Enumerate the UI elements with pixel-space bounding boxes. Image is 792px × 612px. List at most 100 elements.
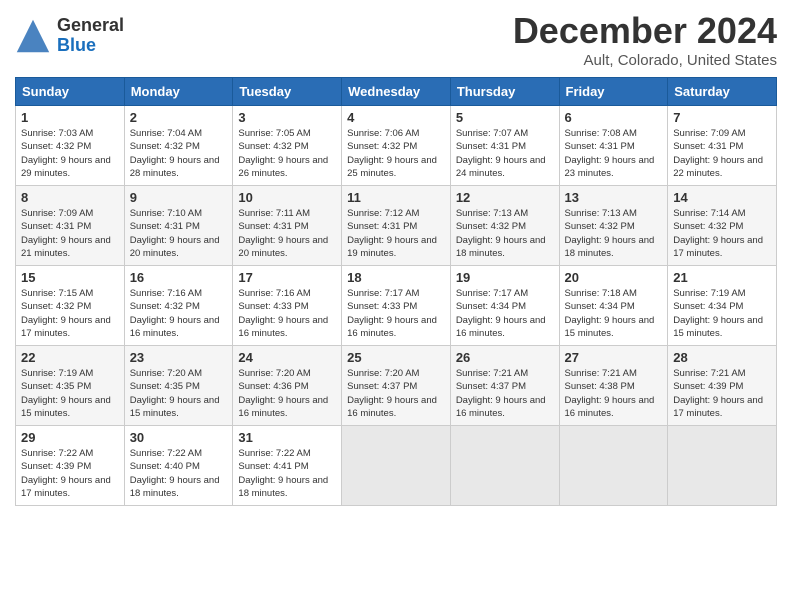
- calendar-week-3: 15 Sunrise: 7:15 AMSunset: 4:32 PMDayligh…: [16, 266, 777, 346]
- day-number: 13: [565, 190, 663, 205]
- day-number: 26: [456, 350, 554, 365]
- calendar-cell: 20 Sunrise: 7:18 AMSunset: 4:34 PMDayligh…: [559, 266, 668, 346]
- calendar-cell: 17Sunrise: 7:16 AMSunset: 4:33 PMDayligh…: [233, 266, 342, 346]
- day-info: Sunrise: 7:12 AMSunset: 4:31 PMDaylight:…: [347, 208, 437, 259]
- day-number: 21: [673, 270, 771, 285]
- day-info: Sunrise: 7:22 AMSunset: 4:39 PMDaylight:…: [21, 448, 111, 499]
- month-title: December 2024: [513, 10, 777, 52]
- calendar-cell: 9 Sunrise: 7:10 AMSunset: 4:31 PMDaylight…: [124, 186, 233, 266]
- calendar-cell: 12Sunrise: 7:13 AMSunset: 4:32 PMDayligh…: [450, 186, 559, 266]
- calendar-cell: 6Sunrise: 7:08 AMSunset: 4:31 PMDaylight…: [559, 106, 668, 186]
- day-info: Sunrise: 7:09 AMSunset: 4:31 PMDaylight:…: [673, 128, 763, 179]
- calendar-cell: [668, 426, 777, 506]
- calendar-cell: 27 Sunrise: 7:21 AMSunset: 4:38 PMDayligh…: [559, 346, 668, 426]
- calendar-week-1: 1 Sunrise: 7:03 AMSunset: 4:32 PMDaylight…: [16, 106, 777, 186]
- day-number: 16: [130, 270, 228, 285]
- day-info: Sunrise: 7:07 AMSunset: 4:31 PMDaylight:…: [456, 128, 546, 179]
- day-number: 19: [456, 270, 554, 285]
- day-info: Sunrise: 7:22 AMSunset: 4:41 PMDaylight:…: [238, 448, 328, 499]
- day-number: 25: [347, 350, 445, 365]
- day-number: 1: [21, 110, 119, 125]
- calendar-cell: 31Sunrise: 7:22 AMSunset: 4:41 PMDayligh…: [233, 426, 342, 506]
- day-info: Sunrise: 7:17 AMSunset: 4:34 PMDaylight:…: [456, 288, 546, 339]
- day-number: 28: [673, 350, 771, 365]
- logo-text: General Blue: [57, 16, 124, 56]
- day-info: Sunrise: 7:20 AMSunset: 4:37 PMDaylight:…: [347, 368, 437, 419]
- day-number: 20: [565, 270, 663, 285]
- day-info: Sunrise: 7:22 AMSunset: 4:40 PMDaylight:…: [130, 448, 220, 499]
- day-number: 24: [238, 350, 336, 365]
- day-info: Sunrise: 7:09 AMSunset: 4:31 PMDaylight:…: [21, 208, 111, 259]
- day-number: 10: [238, 190, 336, 205]
- col-header-tuesday: Tuesday: [233, 78, 342, 106]
- calendar-cell: 16 Sunrise: 7:16 AMSunset: 4:32 PMDayligh…: [124, 266, 233, 346]
- day-number: 15: [21, 270, 119, 285]
- calendar-cell: 8 Sunrise: 7:09 AMSunset: 4:31 PMDaylight…: [16, 186, 125, 266]
- title-area: December 2024 Ault, Colorado, United Sta…: [513, 10, 777, 69]
- calendar-cell: 26 Sunrise: 7:21 AMSunset: 4:37 PMDayligh…: [450, 346, 559, 426]
- day-info: Sunrise: 7:04 AMSunset: 4:32 PMDaylight:…: [130, 128, 220, 179]
- calendar-cell: 24 Sunrise: 7:20 AMSunset: 4:36 PMDayligh…: [233, 346, 342, 426]
- calendar-header-row: SundayMondayTuesdayWednesdayThursdayFrid…: [16, 78, 777, 106]
- col-header-monday: Monday: [124, 78, 233, 106]
- calendar-cell: 22 Sunrise: 7:19 AMSunset: 4:35 PMDayligh…: [16, 346, 125, 426]
- page-header: General Blue December 2024 Ault, Colorad…: [15, 10, 777, 69]
- day-number: 2: [130, 110, 228, 125]
- calendar-cell: 29 Sunrise: 7:22 AMSunset: 4:39 PMDayligh…: [16, 426, 125, 506]
- day-info: Sunrise: 7:03 AMSunset: 4:32 PMDaylight:…: [21, 128, 111, 179]
- day-info: Sunrise: 7:08 AMSunset: 4:31 PMDaylight:…: [565, 128, 655, 179]
- calendar-cell: 1 Sunrise: 7:03 AMSunset: 4:32 PMDaylight…: [16, 106, 125, 186]
- logo-general-text: General: [57, 16, 124, 36]
- calendar-table: SundayMondayTuesdayWednesdayThursdayFrid…: [15, 77, 777, 506]
- calendar-week-5: 29 Sunrise: 7:22 AMSunset: 4:39 PMDayligh…: [16, 426, 777, 506]
- location-title: Ault, Colorado, United States: [513, 52, 777, 69]
- calendar-cell: 14Sunrise: 7:14 AMSunset: 4:32 PMDayligh…: [668, 186, 777, 266]
- calendar-cell: [559, 426, 668, 506]
- day-number: 23: [130, 350, 228, 365]
- col-header-saturday: Saturday: [668, 78, 777, 106]
- day-info: Sunrise: 7:21 AMSunset: 4:38 PMDaylight:…: [565, 368, 655, 419]
- day-info: Sunrise: 7:17 AMSunset: 4:33 PMDaylight:…: [347, 288, 437, 339]
- day-number: 11: [347, 190, 445, 205]
- calendar-cell: [342, 426, 451, 506]
- day-info: Sunrise: 7:19 AMSunset: 4:35 PMDaylight:…: [21, 368, 111, 419]
- calendar-cell: 3 Sunrise: 7:05 AMSunset: 4:32 PMDaylight…: [233, 106, 342, 186]
- calendar-cell: 4Sunrise: 7:06 AMSunset: 4:32 PMDaylight…: [342, 106, 451, 186]
- calendar-cell: 18 Sunrise: 7:17 AMSunset: 4:33 PMDayligh…: [342, 266, 451, 346]
- day-number: 18: [347, 270, 445, 285]
- day-number: 22: [21, 350, 119, 365]
- day-info: Sunrise: 7:15 AMSunset: 4:32 PMDaylight:…: [21, 288, 111, 339]
- day-info: Sunrise: 7:10 AMSunset: 4:31 PMDaylight:…: [130, 208, 220, 259]
- col-header-friday: Friday: [559, 78, 668, 106]
- day-info: Sunrise: 7:05 AMSunset: 4:32 PMDaylight:…: [238, 128, 328, 179]
- day-number: 14: [673, 190, 771, 205]
- logo: General Blue: [15, 16, 124, 56]
- day-number: 8: [21, 190, 119, 205]
- col-header-wednesday: Wednesday: [342, 78, 451, 106]
- day-info: Sunrise: 7:11 AMSunset: 4:31 PMDaylight:…: [238, 208, 328, 259]
- day-info: Sunrise: 7:19 AMSunset: 4:34 PMDaylight:…: [673, 288, 763, 339]
- day-info: Sunrise: 7:18 AMSunset: 4:34 PMDaylight:…: [565, 288, 655, 339]
- calendar-cell: 25 Sunrise: 7:20 AMSunset: 4:37 PMDayligh…: [342, 346, 451, 426]
- calendar-cell: 30 Sunrise: 7:22 AMSunset: 4:40 PMDayligh…: [124, 426, 233, 506]
- day-number: 3: [238, 110, 336, 125]
- calendar-cell: 2 Sunrise: 7:04 AMSunset: 4:32 PMDaylight…: [124, 106, 233, 186]
- day-number: 5: [456, 110, 554, 125]
- day-number: 30: [130, 430, 228, 445]
- day-number: 7: [673, 110, 771, 125]
- day-number: 9: [130, 190, 228, 205]
- calendar-cell: 21 Sunrise: 7:19 AMSunset: 4:34 PMDayligh…: [668, 266, 777, 346]
- day-info: Sunrise: 7:21 AMSunset: 4:37 PMDaylight:…: [456, 368, 546, 419]
- day-number: 27: [565, 350, 663, 365]
- day-info: Sunrise: 7:16 AMSunset: 4:32 PMDaylight:…: [130, 288, 220, 339]
- day-number: 4: [347, 110, 445, 125]
- col-header-sunday: Sunday: [16, 78, 125, 106]
- day-number: 29: [21, 430, 119, 445]
- logo-blue-text: Blue: [57, 36, 124, 56]
- calendar-cell: 5 Sunrise: 7:07 AMSunset: 4:31 PMDaylight…: [450, 106, 559, 186]
- calendar-cell: 10 Sunrise: 7:11 AMSunset: 4:31 PMDayligh…: [233, 186, 342, 266]
- day-info: Sunrise: 7:20 AMSunset: 4:36 PMDaylight:…: [238, 368, 328, 419]
- calendar-cell: 13Sunrise: 7:13 AMSunset: 4:32 PMDayligh…: [559, 186, 668, 266]
- calendar-cell: 11 Sunrise: 7:12 AMSunset: 4:31 PMDayligh…: [342, 186, 451, 266]
- day-number: 12: [456, 190, 554, 205]
